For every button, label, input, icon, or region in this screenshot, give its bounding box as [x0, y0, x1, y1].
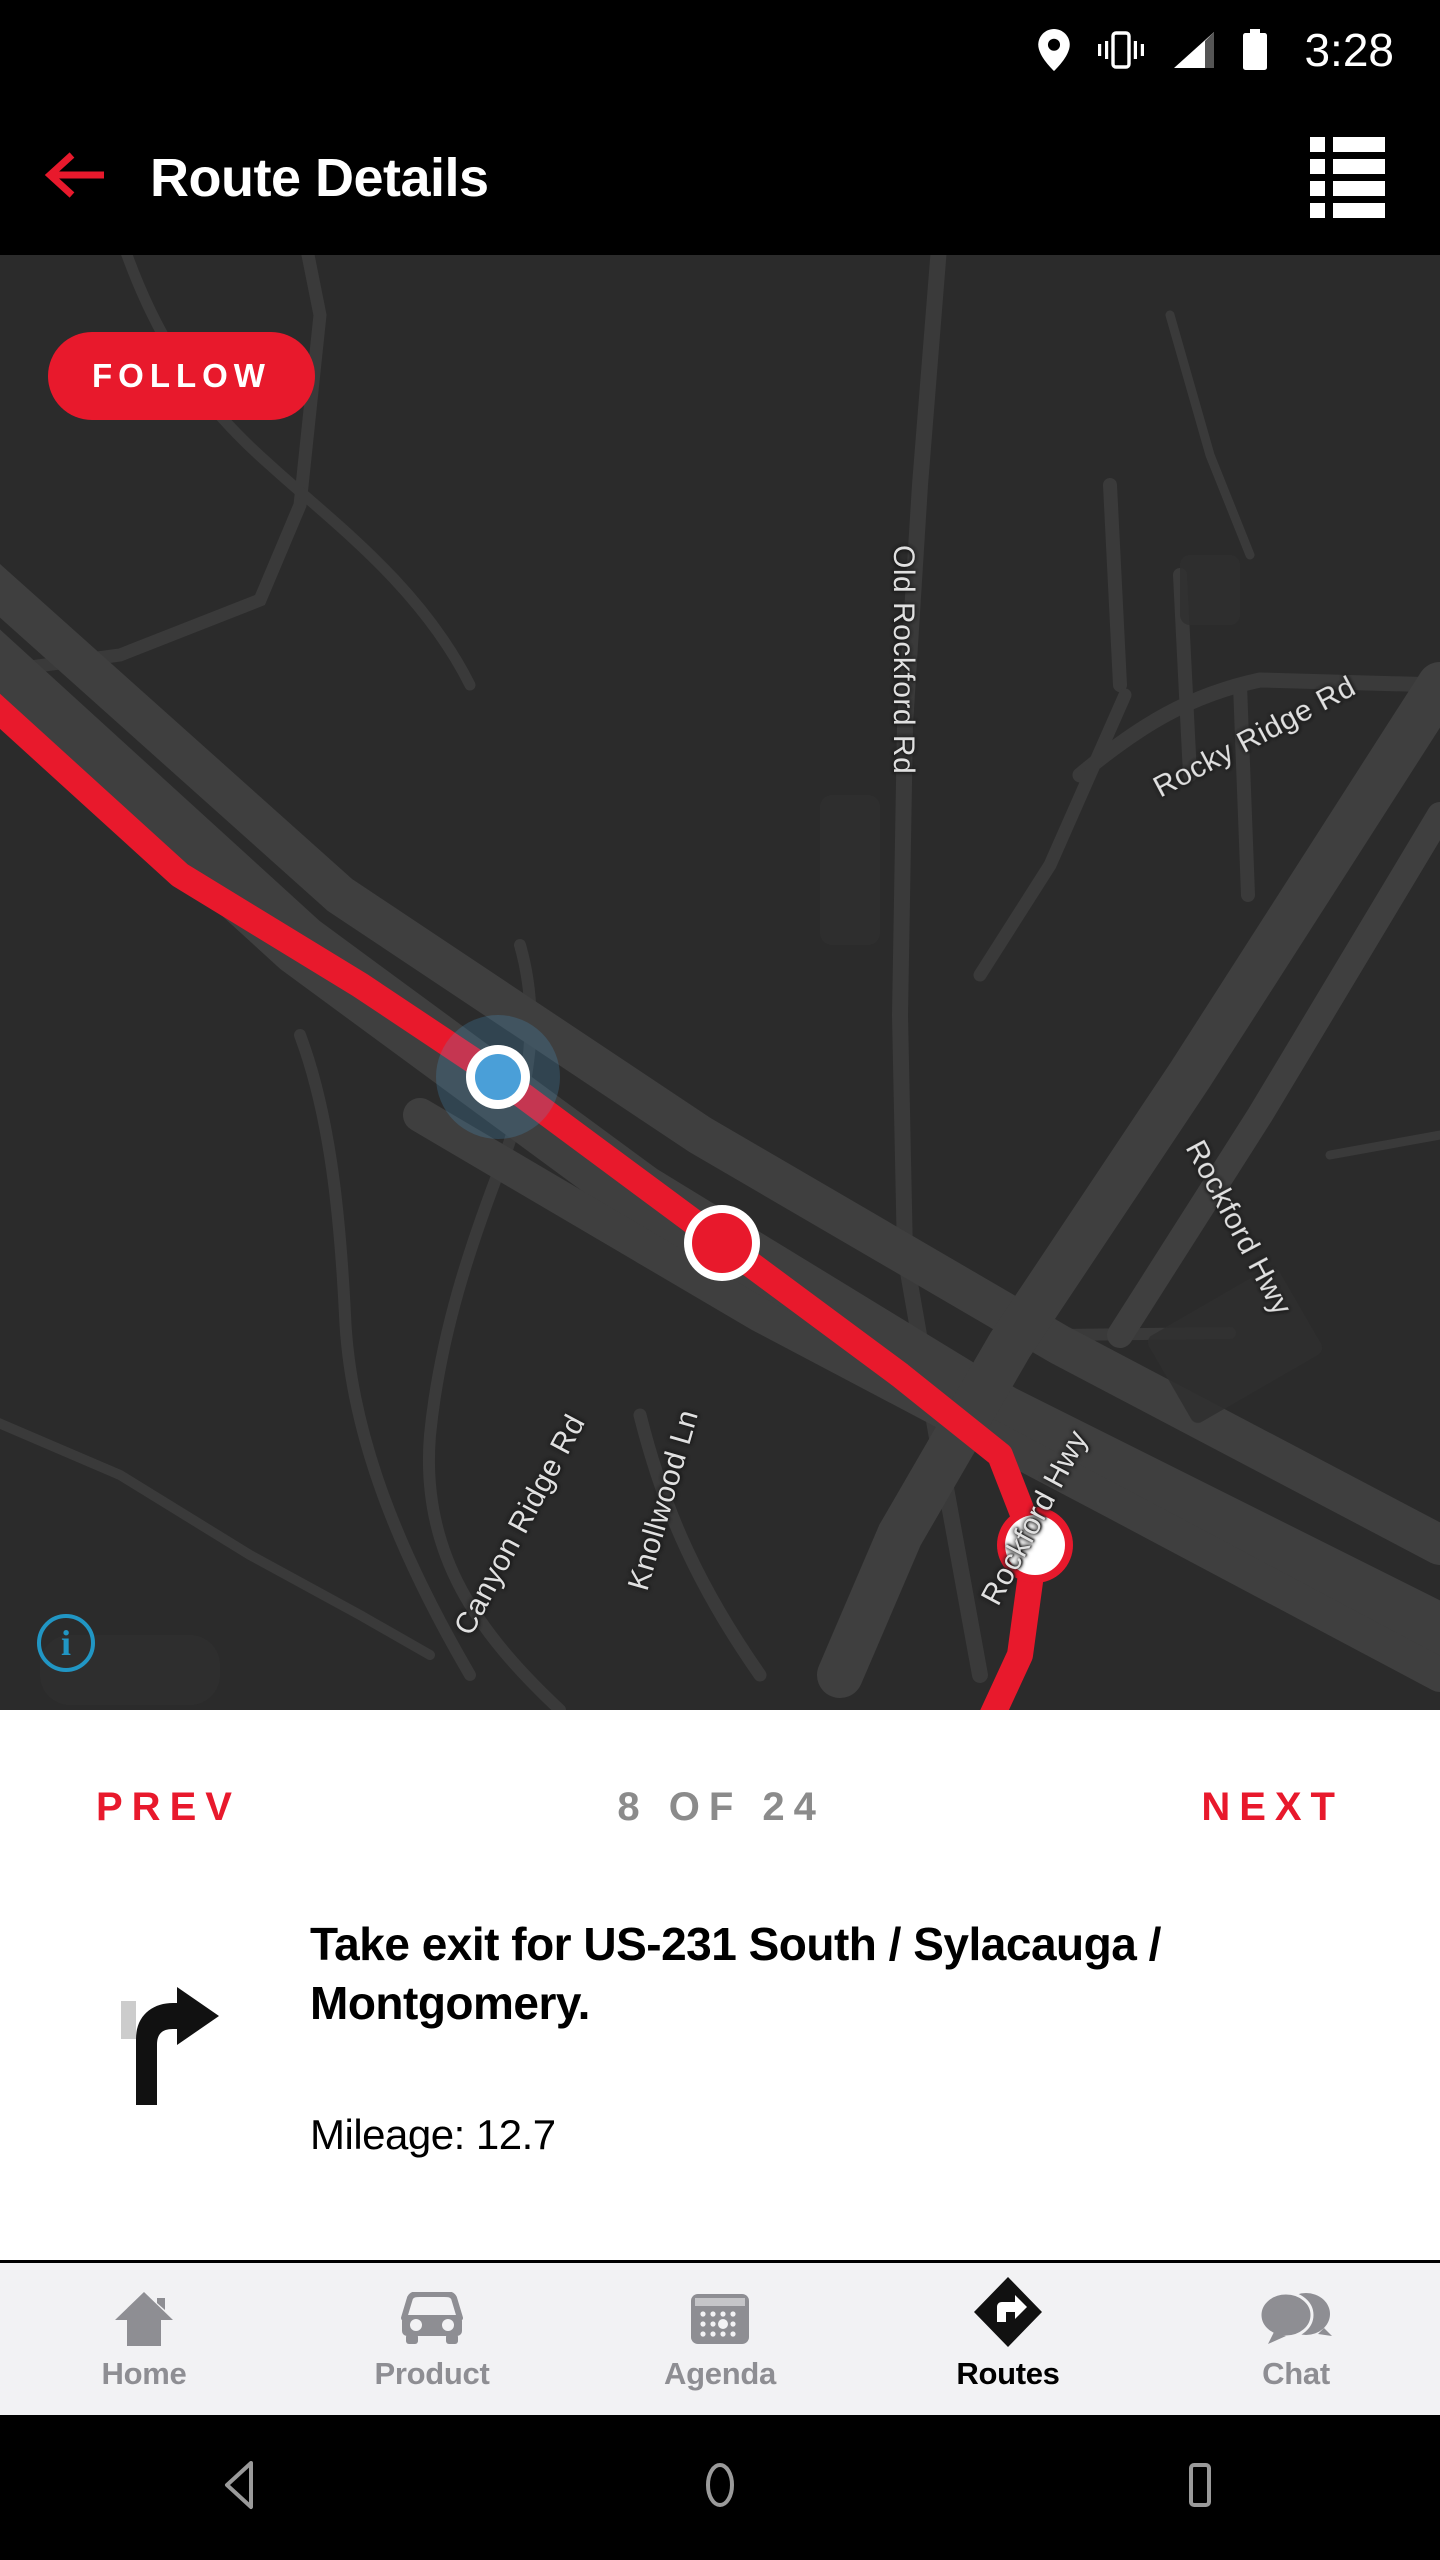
list-row [1309, 159, 1385, 174]
back-arrow-icon [44, 151, 106, 204]
phone-screen: 3:28 Route Details Old Rockford Rd Rocky… [0, 0, 1440, 2560]
nav-item-home[interactable]: Home [0, 2263, 288, 2415]
step-pager: PREV 8 OF 24 NEXT [0, 1710, 1440, 1905]
battery-icon [1242, 29, 1268, 71]
step-instruction: Take exit for US-231 South / Sylacauga /… [0, 1905, 1440, 2159]
instruction-body: Take exit for US-231 South / Sylacauga /… [310, 1905, 1400, 2159]
route-list-button[interactable] [1282, 100, 1412, 255]
back-button[interactable] [0, 100, 150, 255]
status-bar-clock: 3:28 [1304, 24, 1394, 76]
map-view[interactable]: Old Rockford Rd Rocky Ridge Rd Rockford … [0, 255, 1440, 1710]
user-location-dot [475, 1054, 521, 1100]
nav-item-chat[interactable]: Chat [1152, 2263, 1440, 2415]
routes-diamond-icon [973, 2277, 1043, 2348]
android-back-icon [215, 2459, 265, 2516]
list-row [1309, 137, 1385, 152]
list-row [1309, 203, 1385, 218]
location-pin-icon [1038, 29, 1071, 71]
android-recents-icon [1177, 2459, 1223, 2516]
android-back-button[interactable] [140, 2415, 340, 2560]
page-title: Route Details [150, 147, 489, 208]
home-icon [113, 2286, 175, 2348]
instruction-mileage: Mileage: 12.7 [310, 2110, 556, 2158]
list-row [1309, 181, 1385, 196]
step-counter: 8 OF 24 [617, 1785, 825, 1829]
signal-icon [1172, 30, 1216, 70]
status-bar: 3:28 [0, 0, 1440, 100]
turn-right-exit-icon [30, 1905, 310, 2159]
bottom-navigation: Home Product Agenda Routes Chat [0, 2263, 1440, 2415]
android-home-button[interactable] [620, 2415, 820, 2560]
map-info-button[interactable]: i [37, 1614, 95, 1672]
nav-item-routes[interactable]: Routes [864, 2263, 1152, 2415]
nav-label: Agenda [664, 2356, 776, 2391]
chat-bubbles-icon [1258, 2286, 1334, 2348]
prev-step-button[interactable]: PREV [96, 1785, 241, 1830]
android-navigation-bar [0, 2415, 1440, 2560]
app-bar: Route Details [0, 100, 1440, 255]
waypoint-marker-red [692, 1213, 752, 1273]
car-icon [396, 2286, 468, 2348]
map-canvas [0, 255, 1440, 1710]
next-step-button[interactable]: NEXT [1201, 1785, 1344, 1830]
nav-label: Home [101, 2356, 187, 2391]
nav-item-product[interactable]: Product [288, 2263, 576, 2415]
android-home-icon [695, 2459, 745, 2516]
nav-label: Routes [956, 2356, 1060, 2391]
nav-item-agenda[interactable]: Agenda [576, 2263, 864, 2415]
route-step-sheet: PREV 8 OF 24 NEXT Take exit for US-231 S… [0, 1710, 1440, 2260]
instruction-text: Take exit for US-231 South / Sylacauga /… [310, 1918, 1161, 2029]
route-list-icon [1309, 137, 1385, 218]
nav-label: Product [374, 2356, 490, 2391]
calendar-icon [689, 2286, 751, 2348]
vibrate-icon [1096, 29, 1146, 71]
waypoint-marker-white [1005, 1515, 1065, 1575]
follow-button[interactable]: FOLLOW [48, 332, 315, 420]
nav-label: Chat [1262, 2356, 1330, 2391]
android-recents-button[interactable] [1100, 2415, 1300, 2560]
